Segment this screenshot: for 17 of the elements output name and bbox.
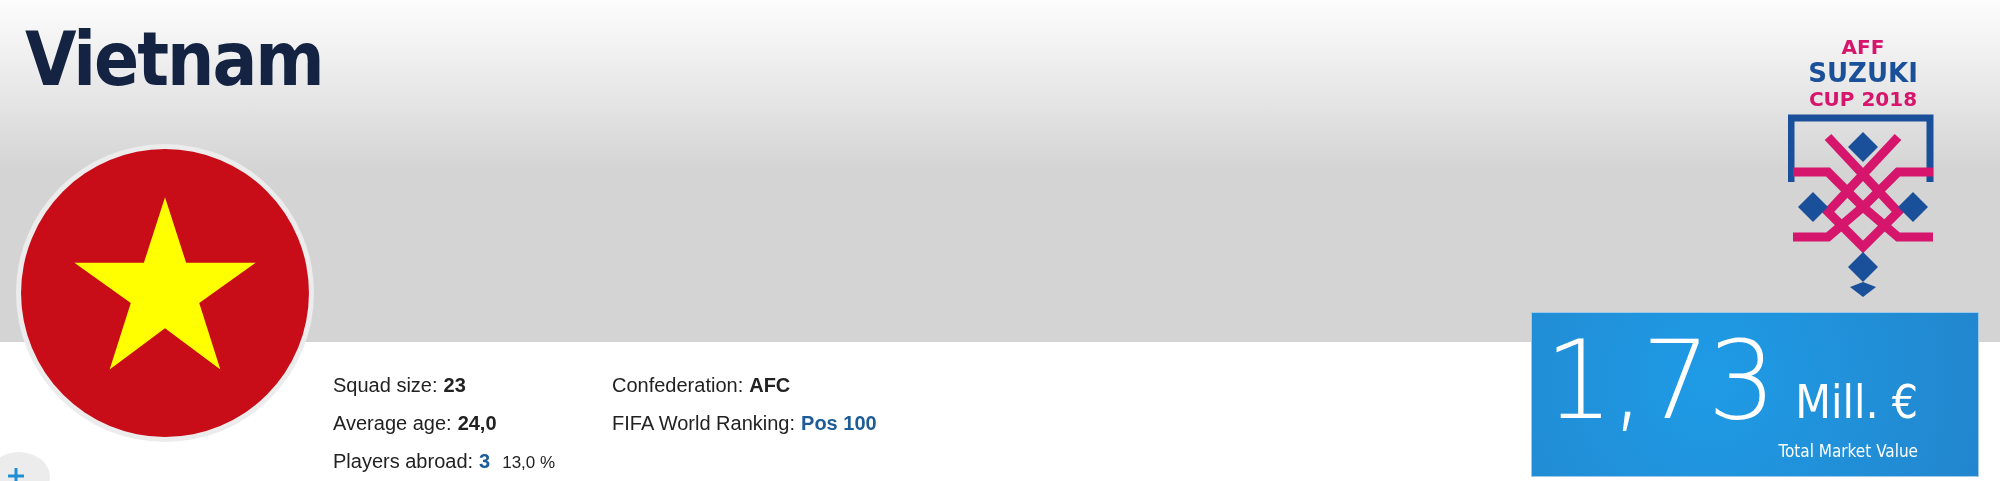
market-value-caption: Total Market Value [1778, 441, 1918, 461]
stat-label: FIFA World Ranking: [612, 411, 796, 435]
stat-value: 23 [443, 373, 466, 397]
stat-label: Players abroad: [333, 449, 474, 473]
stat-link[interactable]: Pos 100 [801, 411, 877, 435]
stat-label: Confederation: [612, 373, 744, 397]
stat-value: 24,0 [457, 411, 497, 435]
plus-icon [6, 466, 26, 481]
stat-label: Squad size: [333, 373, 438, 397]
stat-percentage: 13,0 % [502, 452, 556, 474]
market-value-unit: Mill. € [1795, 379, 1918, 425]
market-value-amount: 1,73 [1544, 327, 1774, 435]
stat-link[interactable]: 3 [479, 449, 491, 473]
team-name: Vietnam [25, 22, 323, 96]
tournament-logo: AFF SUZUKI CUP 2018 [1788, 32, 1938, 297]
stat-value: AFC [749, 373, 791, 397]
stat-label: Average age: [333, 411, 452, 435]
